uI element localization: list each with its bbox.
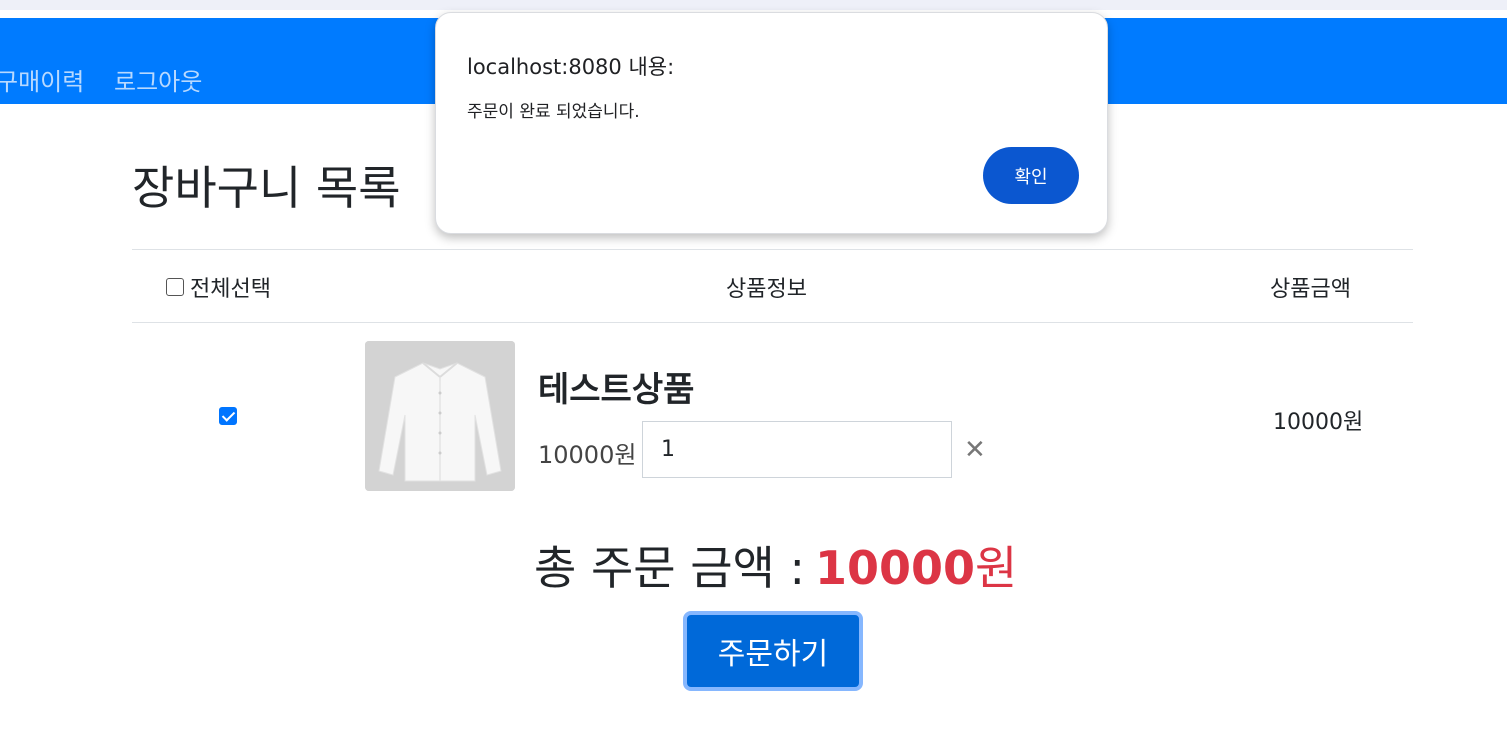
order-total-currency: 원 bbox=[975, 541, 1018, 595]
alert-title: localhost:8080 내용: bbox=[467, 55, 675, 79]
order-total-label: 총 주문 금액 : bbox=[534, 541, 805, 595]
order-total: 총 주문 금액 : 10000 원 bbox=[534, 532, 1017, 598]
table-header-bottom-divider bbox=[132, 322, 1413, 323]
alert-message: 주문이 완료 되었습니다. bbox=[467, 102, 640, 122]
order-button[interactable]: 주문하기 bbox=[683, 611, 863, 691]
alert-ok-button[interactable]: 확인 bbox=[983, 147, 1079, 204]
alert-dialog: localhost:8080 내용: 주문이 완료 되었습니다. 확인 bbox=[435, 12, 1108, 234]
quantity-input[interactable] bbox=[642, 421, 952, 478]
select-all-label[interactable]: 전체선택 bbox=[190, 271, 271, 303]
page-title: 장바구니 목록 bbox=[132, 161, 401, 215]
select-all-checkbox[interactable] bbox=[166, 278, 184, 296]
product-thumbnail bbox=[365, 341, 515, 491]
nav-link-logout[interactable]: 로그아웃 bbox=[114, 62, 202, 97]
nav-link-purchase-history[interactable]: 구매이력 bbox=[0, 62, 84, 97]
order-total-amount: 10000 bbox=[814, 541, 976, 595]
product-name[interactable]: 테스트상품 bbox=[538, 362, 694, 411]
product-info-header: 상품정보 bbox=[726, 277, 807, 302]
browser-top-strip bbox=[0, 0, 1507, 10]
row-checkbox[interactable] bbox=[219, 407, 237, 425]
unit-price: 10000원 bbox=[538, 441, 637, 469]
row-total-price: 10000원 bbox=[1273, 410, 1364, 435]
table-header-top-divider bbox=[132, 249, 1413, 250]
close-icon[interactable]: ✕ bbox=[964, 437, 986, 463]
shirt-image-icon bbox=[365, 341, 515, 491]
select-all-header: 전체선택 bbox=[166, 271, 271, 303]
product-price-header: 상품금액 bbox=[1270, 277, 1351, 302]
